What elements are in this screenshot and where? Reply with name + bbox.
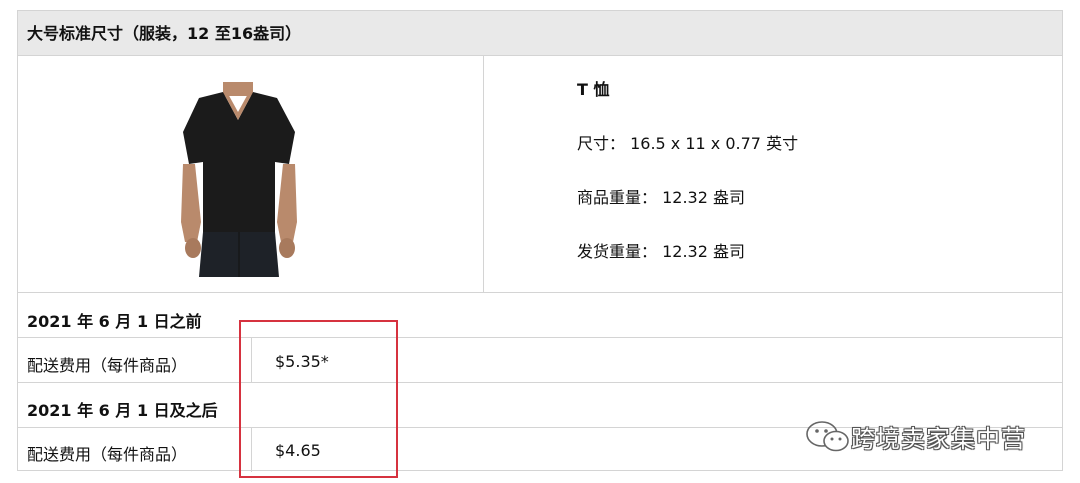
fee-label-before: 配送费用（每件商品） bbox=[27, 356, 188, 375]
product-specs: T 恤 尺寸： 16.5 x 11 x 0.77 英寸 商品重量： 12.32 … bbox=[484, 56, 1064, 292]
black-v-neck-tshirt-image bbox=[181, 82, 297, 277]
product-item-weight: 商品重量： 12.32 盎司 bbox=[577, 188, 745, 207]
divider bbox=[18, 292, 1062, 293]
product-name: T 恤 bbox=[577, 80, 610, 99]
product-image-cell bbox=[18, 56, 484, 292]
divider bbox=[18, 337, 1062, 338]
product-dimensions: 尺寸： 16.5 x 11 x 0.77 英寸 bbox=[577, 134, 799, 153]
fee-label-after: 配送费用（每件商品） bbox=[27, 445, 188, 464]
section-heading-before: 2021 年 6 月 1 日之前 bbox=[27, 312, 202, 331]
divider bbox=[18, 382, 1062, 383]
watermark-text: 跨境卖家集中营 bbox=[851, 424, 1026, 453]
wechat-icon bbox=[806, 421, 849, 452]
watermark: 跨境卖家集中营 bbox=[805, 420, 1026, 453]
product-shipping-weight: 发货重量： 12.32 盎司 bbox=[577, 242, 745, 261]
table-header: 大号标准尺寸（服装，12 至16盎司） bbox=[18, 11, 1062, 56]
section-heading-after: 2021 年 6 月 1 日及之后 bbox=[27, 401, 218, 420]
size-fee-table: 大号标准尺寸（服装，12 至16盎司） T 恤 尺寸： 16.5 x 11 x … bbox=[17, 10, 1064, 472]
price-highlight-box bbox=[239, 320, 398, 478]
